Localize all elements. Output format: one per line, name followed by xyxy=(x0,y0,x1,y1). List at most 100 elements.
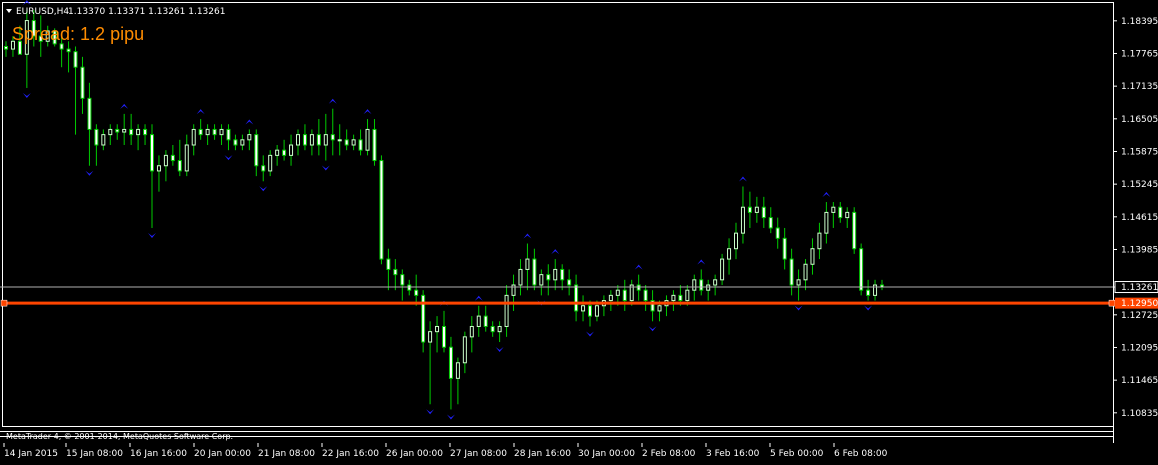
bear-candle-body xyxy=(254,134,259,167)
candle xyxy=(601,295,606,317)
bear-candle-body xyxy=(115,128,120,133)
candle xyxy=(198,119,203,140)
bear-candle-body xyxy=(212,128,217,136)
level-line-handle-left[interactable] xyxy=(0,299,8,307)
bull-candle-body xyxy=(803,263,808,281)
candle xyxy=(282,139,287,161)
chart-window[interactable]: 1.18395 1.17765 1.17135 1.16505 1.15875 1.152… xyxy=(0,0,1158,461)
fractal-up-arrow-icon xyxy=(551,249,560,255)
bull-candle-body xyxy=(191,128,196,146)
bull-candle-body xyxy=(289,144,294,156)
bull-candle-body xyxy=(817,232,822,250)
candle xyxy=(504,285,509,337)
fractal-down-arrow-icon xyxy=(259,186,268,192)
candle xyxy=(24,10,29,88)
candle xyxy=(94,124,99,166)
fractal-down-arrow-icon xyxy=(794,305,803,311)
bear-candle-body xyxy=(560,268,565,281)
bear-candle-body xyxy=(150,134,154,172)
bear-candle-body xyxy=(490,325,495,333)
candle xyxy=(671,290,676,311)
fractal-up-arrow-icon xyxy=(634,264,643,270)
bull-candle-body xyxy=(615,289,620,296)
chevron-down-icon[interactable] xyxy=(6,9,12,13)
bull-candle-body xyxy=(734,232,738,250)
candle xyxy=(455,357,460,405)
candle xyxy=(692,274,697,301)
bull-candle-body xyxy=(497,325,502,333)
bull-candle-body xyxy=(296,134,300,146)
bull-candle-body xyxy=(525,258,530,270)
bear-candle-body xyxy=(407,284,412,291)
candle xyxy=(469,316,474,353)
bull-candle-body xyxy=(685,289,690,302)
bear-candle-body xyxy=(316,134,321,146)
candle xyxy=(302,124,307,151)
candle xyxy=(170,145,175,166)
candle xyxy=(87,82,92,166)
bull-candle-body xyxy=(337,139,342,142)
bear-candle-body xyxy=(414,289,419,296)
level-price-text: 1.12950 xyxy=(1121,299,1158,309)
bull-candle-body xyxy=(309,134,314,146)
level-line-handle-right[interactable] xyxy=(1108,299,1116,307)
candle xyxy=(337,124,342,156)
bull-candle-body xyxy=(365,128,370,151)
bear-candle-body xyxy=(852,211,857,250)
candle xyxy=(191,124,196,156)
bull-candle-body xyxy=(219,128,224,136)
time-tick-label: 22 Jan 16:00 xyxy=(322,449,379,459)
candle xyxy=(699,269,704,296)
price-chart[interactable]: 1.18395 1.17765 1.17135 1.16505 1.15875 1.152… xyxy=(0,0,1158,461)
candle xyxy=(574,274,579,322)
candle xyxy=(442,310,446,353)
bear-candle-body xyxy=(782,237,787,260)
price-tick-label: 1.17765 xyxy=(1121,49,1158,59)
candle xyxy=(386,248,391,291)
candle xyxy=(435,316,440,353)
candle xyxy=(810,238,815,275)
bear-candle-body xyxy=(87,97,92,130)
candle xyxy=(115,124,120,140)
bull-candle-body xyxy=(240,139,245,146)
price-axis[interactable]: 1.18395 1.17765 1.17135 1.16505 1.15875 1.152… xyxy=(1113,17,1158,419)
time-axis[interactable]: 14 Jan 2015 15 Jan 08:00 16 Jan 16:00 20 Ja… xyxy=(3,443,888,459)
candle xyxy=(768,207,773,234)
bull-candle-body xyxy=(504,294,509,327)
bear-candle-body xyxy=(379,160,384,260)
candle xyxy=(775,217,780,249)
copyright-text: MetaTrader 4, © 2001-2014, MetaQuotes So… xyxy=(6,432,233,441)
time-tick-label: 6 Feb 08:00 xyxy=(834,449,888,459)
candle xyxy=(824,202,829,244)
price-tick-label: 1.17135 xyxy=(1121,82,1158,92)
bear-candle-body xyxy=(532,258,537,286)
candle xyxy=(497,321,502,343)
bear-candle-body xyxy=(747,206,752,213)
candle xyxy=(122,113,127,145)
candle xyxy=(747,191,752,228)
candle xyxy=(567,269,572,296)
bull-candle-body xyxy=(581,305,586,312)
bear-candle-body xyxy=(699,279,704,291)
candle xyxy=(859,243,864,296)
candle xyxy=(275,145,280,166)
bear-candle-body xyxy=(546,274,551,281)
candle xyxy=(734,222,738,260)
candle xyxy=(650,290,655,322)
bull-candle-body xyxy=(713,279,718,286)
candle xyxy=(608,290,613,311)
candle xyxy=(268,150,273,177)
candle xyxy=(323,113,328,161)
candle xyxy=(838,202,843,223)
bear-candle-body xyxy=(442,325,446,348)
candle xyxy=(407,279,412,296)
fractal-up-arrow-icon xyxy=(328,98,337,104)
price-tick-label: 1.15875 xyxy=(1121,147,1158,157)
candle xyxy=(261,155,266,182)
candle xyxy=(664,295,669,317)
bear-candle-body xyxy=(789,258,794,286)
candle xyxy=(845,207,850,228)
bear-candle-body xyxy=(775,227,780,239)
bull-candle-body xyxy=(469,325,474,338)
fractal-down-arrow-icon xyxy=(224,155,233,161)
